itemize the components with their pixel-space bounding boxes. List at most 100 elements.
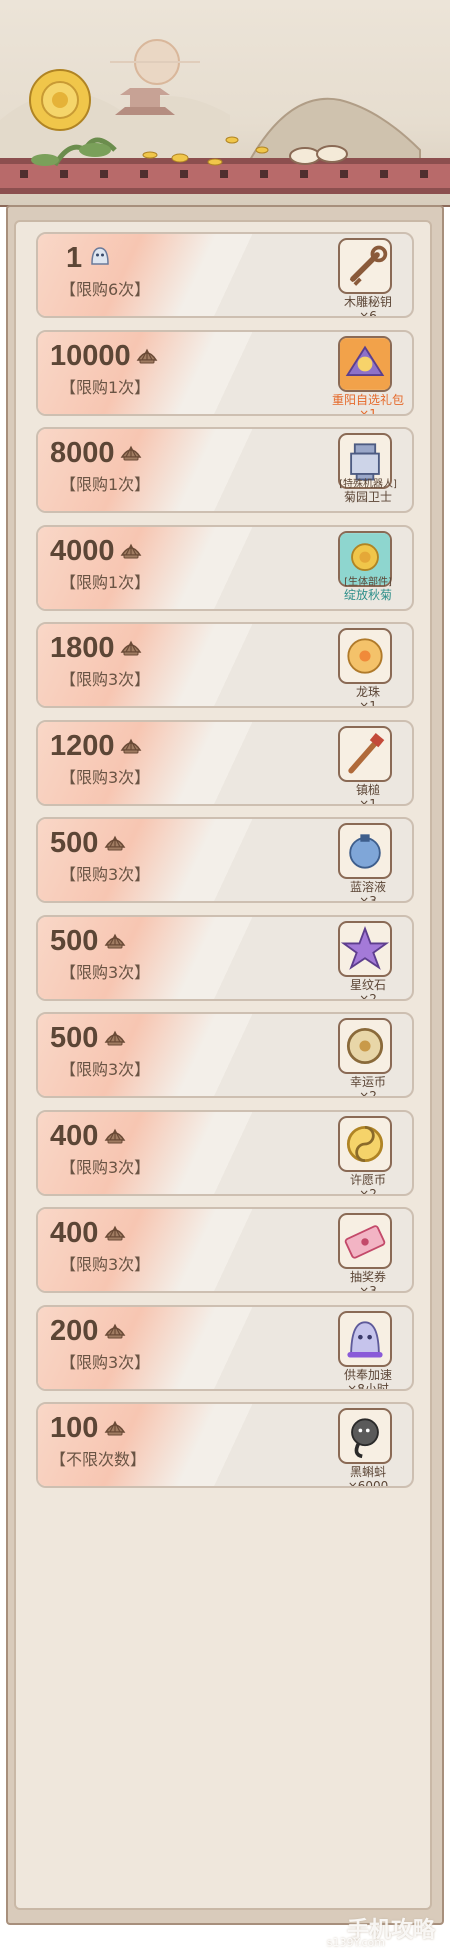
price-label: 1 xyxy=(66,242,83,274)
shop-item-card[interactable]: 400 【限购3次】 许愿币 ×2 xyxy=(36,1109,414,1196)
reward-icon-frame xyxy=(338,823,392,879)
reward-quantity: ×2 xyxy=(359,991,377,1001)
reward-quantity: ×1 xyxy=(359,796,377,806)
reward-item[interactable]: 黑蝌蚪 ×6000 xyxy=(334,1408,402,1486)
star-stone-icon xyxy=(340,925,390,970)
price-label: 1800 xyxy=(50,632,115,664)
reward-item[interactable]: 幸运币 ×2 xyxy=(334,1018,402,1096)
reward-item[interactable]: 镇槌 ×1 xyxy=(334,725,402,804)
shell-currency-icon xyxy=(120,445,142,461)
reward-icon-frame xyxy=(338,725,392,782)
price-label: 100 xyxy=(50,1412,99,1444)
price-label: 4000 xyxy=(50,534,115,567)
reward-quantity: ×3 xyxy=(359,1284,377,1293)
reward-quantity: ×8小时 xyxy=(347,1381,389,1391)
shell-icon xyxy=(104,931,126,955)
shell-currency-icon xyxy=(104,1420,126,1436)
reward-name: 菊园卫士 xyxy=(343,490,392,504)
reward-quantity: ×3 xyxy=(359,894,377,903)
reward-icon-frame xyxy=(338,1310,392,1367)
shell-currency-icon xyxy=(104,835,126,851)
watermark: 手机攻略 s139Y.com xyxy=(240,1912,445,1950)
black-tadpole-icon xyxy=(351,1418,379,1459)
price-label: 1200 xyxy=(50,729,115,762)
reward-item[interactable]: 供奉加速 ×8小时 xyxy=(334,1310,402,1389)
shell-currency-icon xyxy=(104,1128,126,1143)
shop-item-card[interactable]: 100 【不限次数】 黑蝌蚪 ×6000 xyxy=(36,1402,414,1488)
shell-icon xyxy=(104,1418,126,1442)
speedup-icon xyxy=(347,1320,383,1358)
shell-icon xyxy=(104,1028,126,1052)
reward-icon-frame xyxy=(338,628,392,684)
header-scene xyxy=(0,0,450,207)
reward-quantity: ×1 xyxy=(359,406,377,416)
shell-icon xyxy=(104,1126,126,1150)
shell-currency-icon xyxy=(104,1323,126,1338)
ghost-coin-icon xyxy=(91,247,109,265)
price-label: 500 xyxy=(50,1022,99,1054)
shell-icon xyxy=(120,638,142,662)
shop-item-card[interactable]: 4000 【限购1次】 [生体部件] 绽放秋菊 xyxy=(36,524,414,611)
shell-currency-icon xyxy=(120,738,142,753)
shop-item-card[interactable]: 8000 【限购1次】 [特殊机器人] 菊园卫士 xyxy=(36,427,414,513)
price-label: 500 xyxy=(50,924,99,957)
reward-item[interactable]: [特殊机器人] 菊园卫士 xyxy=(334,433,402,511)
shell-icon xyxy=(104,1321,126,1345)
purchase-limit: 【限购3次】 xyxy=(60,1060,151,1079)
shell-currency-icon xyxy=(104,933,126,948)
shell-icon xyxy=(104,833,126,857)
reward-name: 绽放秋菊 xyxy=(343,587,392,602)
reward-icon-frame xyxy=(338,1408,392,1464)
price-label: 8000 xyxy=(50,437,115,469)
price-label: 200 xyxy=(50,1314,99,1347)
ghost-coin-icon xyxy=(88,244,112,272)
reward-quantity: ×6 xyxy=(359,309,377,318)
shell-icon xyxy=(104,1223,126,1247)
purchase-limit: 【限购3次】 xyxy=(60,962,151,982)
reward-quantity: ×1 xyxy=(359,699,377,708)
purchase-limit: 【限购3次】 xyxy=(60,865,151,884)
shop-item-card[interactable]: 1200 【限购3次】 镇槌 ×1 xyxy=(36,719,414,806)
reward-icon-frame xyxy=(338,1213,392,1269)
shop-item-card[interactable]: 200 【限购3次】 供奉加速 ×8小时 xyxy=(36,1304,414,1391)
shell-icon xyxy=(120,443,142,467)
price-label: 500 xyxy=(50,827,99,859)
reward-item[interactable]: 木雕秘钥 ×6 xyxy=(334,238,402,316)
purchase-limit: 【限购3次】 xyxy=(60,1255,151,1274)
shell-currency-icon xyxy=(104,1225,126,1241)
purchase-limit: 【限购6次】 xyxy=(60,280,151,299)
dragon-pearl-icon xyxy=(347,638,383,674)
reward-item[interactable]: 星纹石 ×2 xyxy=(334,920,402,999)
shell-icon xyxy=(120,541,142,565)
shop-item-card[interactable]: 500 【限购3次】 幸运币 ×2 xyxy=(36,1012,414,1098)
reward-item[interactable]: [生体部件] 绽放秋菊 xyxy=(334,530,402,609)
purchase-limit: 【限购1次】 xyxy=(60,475,151,494)
purchase-limit: 【限购1次】 xyxy=(60,572,151,592)
lucky-coin-icon xyxy=(346,1027,384,1065)
purchase-limit: 【限购3次】 xyxy=(60,767,151,787)
price-label: 400 xyxy=(50,1217,99,1249)
reward-item[interactable]: 许愿币 ×2 xyxy=(334,1115,402,1194)
reward-item[interactable]: 重阳自选礼包 ×1 xyxy=(332,335,404,414)
reward-icon-frame xyxy=(338,238,392,294)
reward-quantity: ×2 xyxy=(359,1186,377,1196)
shop-item-card[interactable]: 500 【限购3次】 星纹石 ×2 xyxy=(36,914,414,1001)
shop-item-card[interactable]: 400 【限购3次】 抽奖券 ×3 xyxy=(36,1207,414,1293)
shell-icon xyxy=(136,346,158,370)
shop-item-card[interactable]: 1800 【限购3次】 龙珠 ×1 xyxy=(36,622,414,708)
purchase-limit: 【限购3次】 xyxy=(60,1352,151,1372)
mallet-icon xyxy=(348,732,385,773)
wish-coin-icon xyxy=(346,1125,384,1162)
lottery-ticket-icon xyxy=(344,1225,386,1259)
reward-item[interactable]: 龙珠 ×1 xyxy=(334,628,402,706)
reward-quantity: ×2 xyxy=(359,1089,377,1098)
shop-item-card[interactable]: 1 【限购6次】 木雕秘钥 ×6 xyxy=(36,232,414,318)
reward-item[interactable]: 抽奖券 ×3 xyxy=(334,1213,402,1291)
reward-item[interactable]: 蓝溶液 ×3 xyxy=(334,823,402,901)
reward-icon-frame xyxy=(338,335,392,392)
wooden-key-icon xyxy=(349,245,388,286)
purchase-limit: 【限购3次】 xyxy=(60,1157,151,1177)
purchase-limit: 【不限次数】 xyxy=(50,1450,147,1469)
shop-item-card[interactable]: 500 【限购3次】 蓝溶液 ×3 xyxy=(36,817,414,903)
shop-item-card[interactable]: 10000 【限购1次】 重阳自选礼包 ×1 xyxy=(36,329,414,416)
